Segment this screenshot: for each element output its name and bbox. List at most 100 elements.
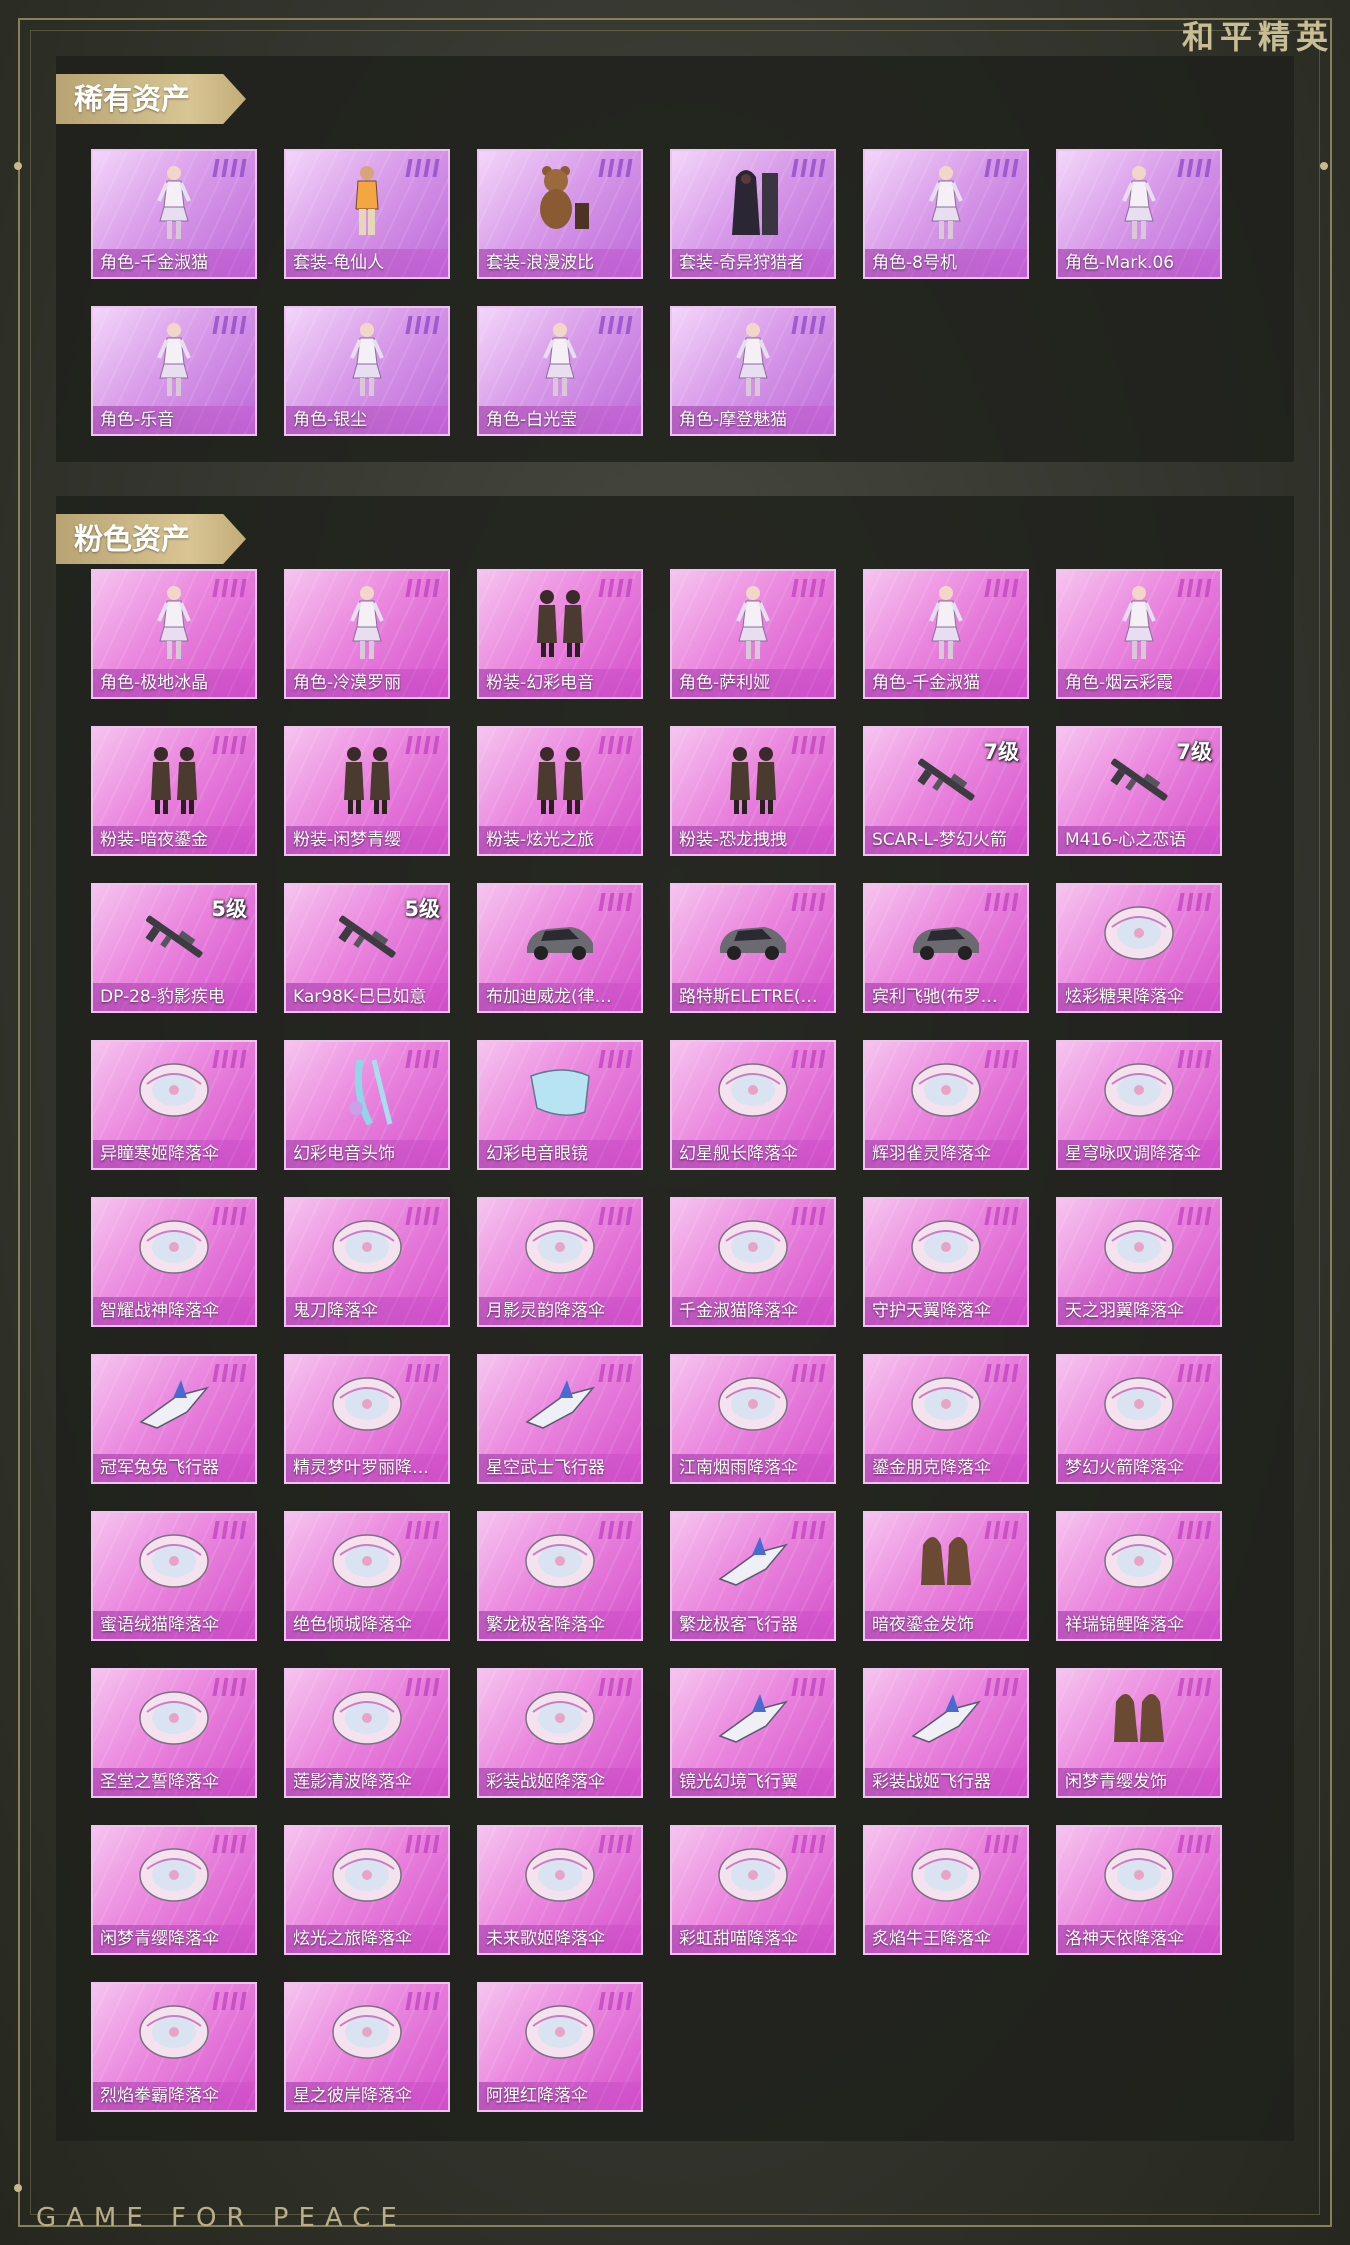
asset-card[interactable]: 粉装-幻彩电音 <box>477 569 643 699</box>
asset-card[interactable]: 角色-极地冰晶 <box>91 569 257 699</box>
car-icon <box>909 897 983 977</box>
asset-card[interactable]: 洛神天依降落伞 <box>1056 1825 1222 1955</box>
rarity-bars-icon <box>405 316 440 334</box>
asset-card[interactable]: 角色-乐音 <box>91 306 257 436</box>
asset-card[interactable]: 7级 SCAR-L-梦幻火箭 <box>863 726 1029 856</box>
asset-card[interactable]: 绝色倾城降落伞 <box>284 1511 450 1641</box>
asset-card[interactable]: 粉装-闲梦青缨 <box>284 726 450 856</box>
asset-card[interactable]: 烈焰拳霸降落伞 <box>91 1982 257 2112</box>
asset-label: 闲梦青缨降落伞 <box>93 1925 255 1953</box>
asset-card[interactable]: 暗夜鎏金发饰 <box>863 1511 1029 1641</box>
car-icon <box>716 897 790 977</box>
asset-card[interactable]: 幻彩电音眼镜 <box>477 1040 643 1170</box>
rarity-bars-icon <box>1177 579 1212 597</box>
asset-card[interactable]: 智耀战神降落伞 <box>91 1197 257 1327</box>
parachute-icon <box>716 1368 790 1448</box>
asset-card[interactable]: 角色-冷漠罗丽 <box>284 569 450 699</box>
asset-card[interactable]: 套装-龟仙人 <box>284 149 450 279</box>
asset-card[interactable]: 镜光幻境飞行翼 <box>670 1668 836 1798</box>
character-figure-icon <box>523 320 597 400</box>
asset-card[interactable]: 角色-8号机 <box>863 149 1029 279</box>
asset-label: 莲影清波降落伞 <box>286 1768 448 1796</box>
asset-card[interactable]: 江南烟雨降落伞 <box>670 1354 836 1484</box>
asset-card[interactable]: 彩装战姬降落伞 <box>477 1668 643 1798</box>
asset-card[interactable]: 5级 Kar98K-巳巳如意 <box>284 883 450 1013</box>
asset-card[interactable]: 圣堂之誓降落伞 <box>91 1668 257 1798</box>
asset-card[interactable]: 角色-千金淑猫 <box>91 149 257 279</box>
asset-card[interactable]: 天之羽翼降落伞 <box>1056 1197 1222 1327</box>
asset-label: 冠军兔兔飞行器 <box>93 1454 255 1482</box>
asset-card[interactable]: 守护天翼降落伞 <box>863 1197 1029 1327</box>
character-figure-icon <box>330 320 404 400</box>
asset-card[interactable]: 闲梦青缨发饰 <box>1056 1668 1222 1798</box>
asset-card[interactable]: 阿狸红降落伞 <box>477 1982 643 2112</box>
asset-card[interactable]: 角色-银尘 <box>284 306 450 436</box>
asset-label: 粉装-幻彩电音 <box>479 669 641 697</box>
asset-card[interactable]: 异瞳寒姬降落伞 <box>91 1040 257 1170</box>
asset-card[interactable]: 繁龙极客降落伞 <box>477 1511 643 1641</box>
asset-card[interactable]: 未来歌姬降落伞 <box>477 1825 643 1955</box>
outfit-pair-icon <box>523 740 597 820</box>
asset-card[interactable]: 炙焰牛王降落伞 <box>863 1825 1029 1955</box>
asset-card[interactable]: 辉羽雀灵降落伞 <box>863 1040 1029 1170</box>
asset-card[interactable]: 祥瑞锦鲤降落伞 <box>1056 1511 1222 1641</box>
asset-card[interactable]: 星之彼岸降落伞 <box>284 1982 450 2112</box>
asset-card[interactable]: 角色-白光莹 <box>477 306 643 436</box>
asset-card[interactable]: 彩虹甜喵降落伞 <box>670 1825 836 1955</box>
asset-card[interactable]: 5级 DP-28-豹影疾电 <box>91 883 257 1013</box>
asset-card[interactable]: 炫光之旅降落伞 <box>284 1825 450 1955</box>
asset-card[interactable]: 路特斯ELETRE(… <box>670 883 836 1013</box>
asset-card[interactable]: 宾利飞驰(布罗… <box>863 883 1029 1013</box>
asset-card[interactable]: 鎏金朋克降落伞 <box>863 1354 1029 1484</box>
asset-card[interactable]: 月影灵韵降落伞 <box>477 1197 643 1327</box>
asset-card[interactable]: 闲梦青缨降落伞 <box>91 1825 257 1955</box>
asset-card[interactable]: 彩装战姬飞行器 <box>863 1668 1029 1798</box>
asset-card[interactable]: 粉装-炫光之旅 <box>477 726 643 856</box>
asset-label: 繁龙极客降落伞 <box>479 1611 641 1639</box>
asset-label: 角色-千金淑猫 <box>865 669 1027 697</box>
rarity-bars-icon <box>984 1364 1019 1382</box>
rarity-bars-icon <box>791 1050 826 1068</box>
rarity-bars-icon <box>598 159 633 177</box>
asset-card[interactable]: 角色-千金淑猫 <box>863 569 1029 699</box>
asset-card[interactable]: 冠军兔兔飞行器 <box>91 1354 257 1484</box>
asset-card[interactable]: 套装-奇异狩猎者 <box>670 149 836 279</box>
asset-label: 守护天翼降落伞 <box>865 1297 1027 1325</box>
rarity-bars-icon <box>791 1835 826 1853</box>
rarity-bars-icon <box>1177 159 1212 177</box>
brand-logo-text: 和平精英 <box>1181 18 1334 56</box>
asset-card[interactable]: 7级 M416-心之恋语 <box>1056 726 1222 856</box>
asset-card[interactable]: 鬼刀降落伞 <box>284 1197 450 1327</box>
parachute-icon <box>137 1996 211 2076</box>
asset-card[interactable]: 莲影清波降落伞 <box>284 1668 450 1798</box>
rarity-bars-icon <box>598 1992 633 2010</box>
level-badge: 7级 <box>983 740 1019 764</box>
asset-label: 绝色倾城降落伞 <box>286 1611 448 1639</box>
asset-card[interactable]: 角色-烟云彩霞 <box>1056 569 1222 699</box>
asset-card[interactable]: 角色-萨利娅 <box>670 569 836 699</box>
asset-card[interactable]: 粉装-恐龙拽拽 <box>670 726 836 856</box>
asset-label: 角色-冷漠罗丽 <box>286 669 448 697</box>
asset-card[interactable]: 星穹咏叹调降落伞 <box>1056 1040 1222 1170</box>
parachute-icon <box>330 1682 404 1762</box>
asset-card[interactable]: 梦幻火箭降落伞 <box>1056 1354 1222 1484</box>
asset-card[interactable]: 角色-Mark.06 <box>1056 149 1222 279</box>
asset-card[interactable]: 粉装-暗夜鎏金 <box>91 726 257 856</box>
asset-card[interactable]: 幻星舰长降落伞 <box>670 1040 836 1170</box>
character-figure-icon <box>330 583 404 663</box>
asset-label: 角色-8号机 <box>865 249 1027 277</box>
asset-card[interactable]: 幻彩电音头饰 <box>284 1040 450 1170</box>
asset-card[interactable]: 角色-摩登魅猫 <box>670 306 836 436</box>
asset-card[interactable]: 布加迪威龙(律… <box>477 883 643 1013</box>
asset-label: 异瞳寒姬降落伞 <box>93 1140 255 1168</box>
rarity-bars-icon <box>1177 1364 1212 1382</box>
asset-card[interactable]: 炫彩糖果降落伞 <box>1056 883 1222 1013</box>
asset-card[interactable]: 蜜语绒猫降落伞 <box>91 1511 257 1641</box>
asset-card[interactable]: 精灵梦叶罗丽降… <box>284 1354 450 1484</box>
rarity-bars-icon <box>1177 1521 1212 1539</box>
asset-card[interactable]: 繁龙极客飞行器 <box>670 1511 836 1641</box>
rarity-bars-icon <box>791 736 826 754</box>
asset-card[interactable]: 星空武士飞行器 <box>477 1354 643 1484</box>
asset-card[interactable]: 千金淑猫降落伞 <box>670 1197 836 1327</box>
asset-card[interactable]: 套装-浪漫波比 <box>477 149 643 279</box>
